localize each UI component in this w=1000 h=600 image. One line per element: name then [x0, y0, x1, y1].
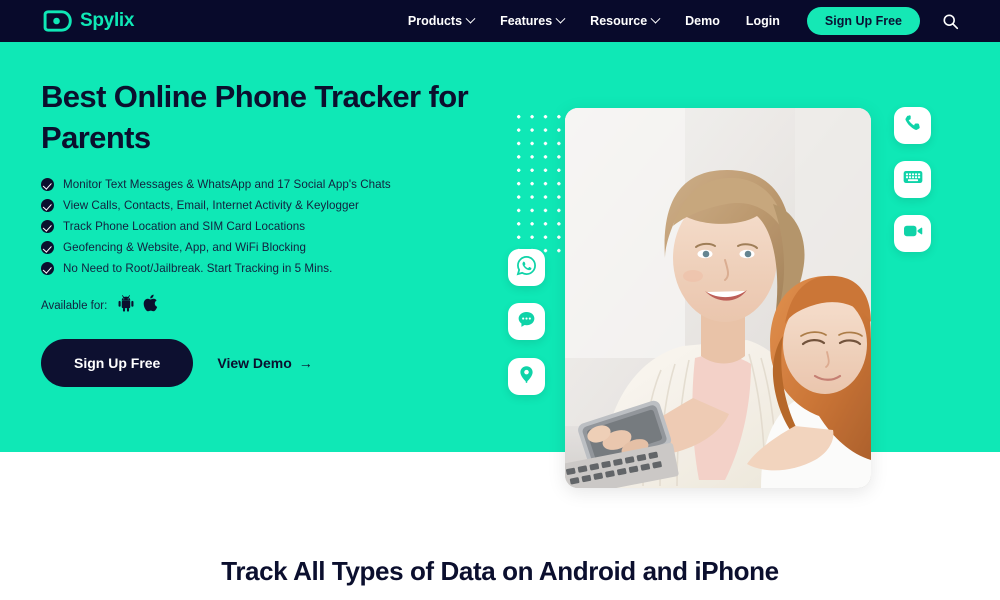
section-title: Track All Types of Data on Android and i…: [221, 556, 779, 586]
chat-bubble-icon: [516, 309, 537, 335]
list-item: Track Phone Location and SIM Card Locati…: [41, 220, 511, 234]
nav-item-products[interactable]: Products: [395, 13, 487, 28]
location-pin-icon: [516, 364, 537, 390]
check-circle-icon: [41, 178, 54, 192]
nav-item-features[interactable]: Features: [487, 13, 577, 28]
floating-badge-phone-call[interactable]: [894, 107, 931, 144]
floating-badge-video[interactable]: [894, 215, 931, 252]
hero-feature-list: Monitor Text Messages & WhatsApp and 17 …: [41, 178, 511, 276]
brand-name: Spylix: [80, 10, 135, 31]
check-circle-icon: [41, 220, 54, 234]
check-circle-icon: [41, 262, 54, 276]
hero-cta-row: Sign Up Free View Demo →: [41, 339, 511, 388]
nav-item-features-label: Features: [500, 14, 553, 28]
check-circle-icon: [41, 199, 54, 213]
nav-item-login-label: Login: [745, 14, 780, 28]
view-demo-label: View Demo: [217, 355, 292, 372]
hero-signup-free-button[interactable]: Sign Up Free: [41, 339, 194, 388]
chevron-down-icon: [465, 13, 476, 24]
floating-badge-chat[interactable]: [508, 303, 545, 340]
hero-content: Best Online Phone Tracker for Parents Mo…: [41, 76, 511, 388]
chevron-down-icon: [555, 13, 566, 24]
nav-links: Products Features Resource Demo Login Si…: [395, 7, 960, 35]
arrow-right-icon: →: [298, 355, 313, 372]
whatsapp-icon: [516, 255, 537, 281]
list-item-label: Track Phone Location and SIM Card Locati…: [63, 220, 306, 234]
android-icon: [118, 295, 134, 317]
keyboard-icon: [902, 166, 924, 193]
page-title: Best Online Phone Tracker for Parents: [41, 79, 469, 156]
nav-item-resource[interactable]: Resource: [577, 13, 672, 28]
list-item-label: No Need to Root/Jailbreak. Start Trackin…: [63, 262, 333, 276]
nav-item-login[interactable]: Login: [733, 14, 793, 28]
top-navigation-bar: Spylix Products Features Resource Demo L…: [0, 0, 1000, 42]
list-item: Geofencing & Website, App, and WiFi Bloc…: [41, 241, 511, 255]
available-label: Available for:: [41, 299, 108, 312]
page-root: Spylix Products Features Resource Demo L…: [0, 0, 1000, 600]
chevron-down-icon: [650, 13, 661, 24]
available-platforms: Available for:: [41, 294, 511, 317]
floating-badge-whatsapp[interactable]: [508, 249, 545, 286]
nav-item-demo-label: Demo: [685, 14, 720, 28]
list-item: No Need to Root/Jailbreak. Start Trackin…: [41, 262, 511, 276]
platform-icons: [118, 294, 158, 317]
check-circle-icon: [41, 241, 54, 255]
phone-call-icon: [902, 113, 923, 139]
apple-icon: [143, 294, 158, 317]
nav-item-demo[interactable]: Demo: [672, 14, 733, 28]
list-item-label: Monitor Text Messages & WhatsApp and 17 …: [63, 178, 391, 192]
nav-item-products-label: Products: [407, 14, 463, 28]
search-icon[interactable]: [940, 11, 960, 31]
brand-logo[interactable]: Spylix: [41, 10, 134, 32]
hero-image: [565, 108, 871, 488]
nav-item-resource-label: Resource: [590, 14, 648, 28]
floating-badge-keyboard[interactable]: [894, 161, 931, 198]
nav-signup-free-button[interactable]: Sign Up Free: [806, 7, 920, 35]
list-item-label: Geofencing & Website, App, and WiFi Bloc…: [63, 241, 307, 255]
video-camera-icon: [902, 220, 924, 247]
list-item: View Calls, Contacts, Email, Internet Ac…: [41, 199, 511, 213]
view-demo-link[interactable]: View Demo →: [217, 355, 312, 371]
list-item: Monitor Text Messages & WhatsApp and 17 …: [41, 178, 511, 192]
eye-shield-icon: [41, 10, 73, 32]
list-item-label: View Calls, Contacts, Email, Internet Ac…: [63, 199, 359, 213]
floating-badge-location[interactable]: [508, 358, 545, 395]
